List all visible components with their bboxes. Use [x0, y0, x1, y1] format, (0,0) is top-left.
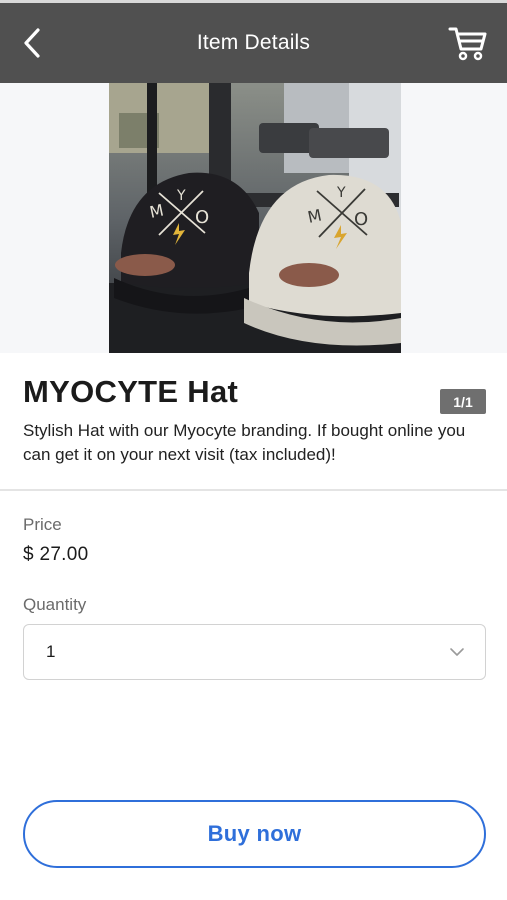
- chevron-down-icon: [450, 648, 464, 656]
- quantity-value: 1: [46, 642, 56, 661]
- image-counter: 1/1: [440, 389, 486, 414]
- cart-button[interactable]: [447, 23, 489, 63]
- quantity-select[interactable]: 1: [23, 624, 486, 680]
- divider: [0, 489, 507, 491]
- buy-now-button[interactable]: Buy now: [23, 800, 486, 868]
- buy-now-label: Buy now: [207, 821, 302, 846]
- svg-text:O: O: [354, 209, 368, 230]
- product-name: MYOCYTE Hat: [23, 374, 239, 409]
- quantity-label: Quantity: [23, 595, 87, 614]
- svg-text:O: O: [195, 207, 209, 228]
- shopping-cart-icon: [448, 27, 487, 61]
- svg-text:Y: Y: [336, 185, 346, 201]
- back-button[interactable]: [14, 25, 50, 61]
- product-image[interactable]: M Y O M Y O: [109, 83, 401, 353]
- product-description: Stylish Hat with our Myocyte branding. I…: [23, 421, 466, 464]
- price-label: Price: [23, 515, 62, 534]
- page-title: Item Details: [196, 31, 311, 54]
- svg-text:Y: Y: [176, 188, 186, 204]
- product-gallery[interactable]: M Y O M Y O 1/1: [0, 83, 507, 414]
- chevron-left-icon: [24, 28, 40, 58]
- price-value: $ 27.00: [23, 544, 89, 565]
- app-header: Item Details: [0, 3, 507, 83]
